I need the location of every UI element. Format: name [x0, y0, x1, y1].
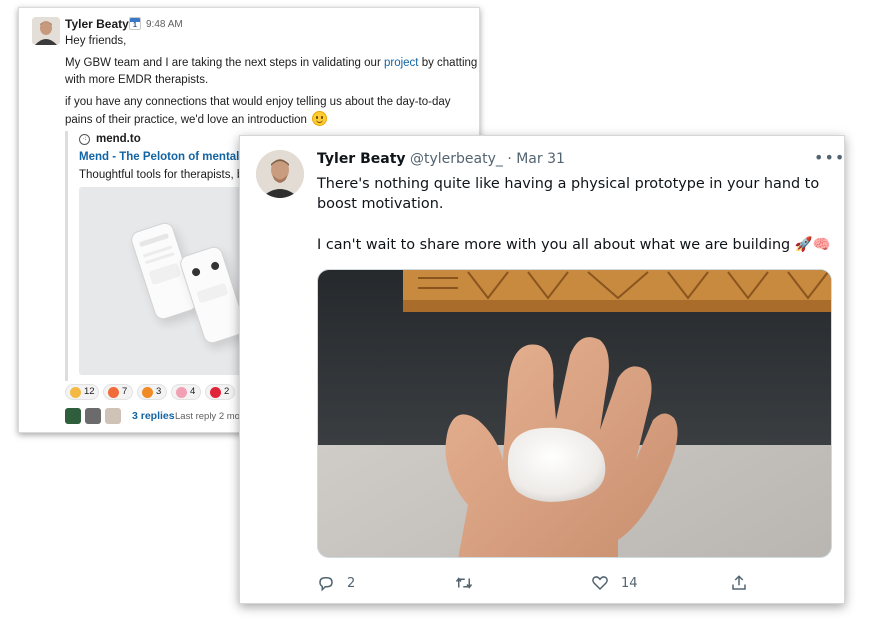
- like-button[interactable]: 14: [591, 572, 638, 594]
- retweet-icon: [455, 577, 473, 589]
- timestamp[interactable]: 9:48 AM: [146, 19, 183, 30]
- avatar[interactable]: [256, 150, 304, 198]
- share-button[interactable]: [730, 572, 748, 594]
- avatar: [85, 408, 101, 424]
- avatar[interactable]: [32, 17, 60, 45]
- preview-title-link[interactable]: Mend - The Peloton of mental he: [79, 151, 256, 163]
- boom-emoji-icon: [108, 387, 119, 398]
- tweet-card: Tyler Beaty @tylerbeaty_ · Mar 31 ••• Th…: [239, 135, 845, 604]
- retweet-button[interactable]: [454, 572, 486, 594]
- reply-button[interactable]: 2: [317, 572, 355, 594]
- preview-site-name: mend.to: [96, 133, 141, 145]
- project-link[interactable]: project: [384, 57, 419, 69]
- avatar: [105, 408, 121, 424]
- tweet-text-line-1: There's nothing quite like having a phys…: [317, 176, 820, 212]
- site-favicon-icon: ⁖: [79, 134, 90, 145]
- calendar-status-icon[interactable]: 1: [129, 17, 141, 30]
- heart-icon: [592, 576, 608, 591]
- reaction-fire[interactable]: 3: [137, 384, 167, 400]
- message-paragraph-2: if you have any connections that would e…: [65, 96, 451, 126]
- reaction-clap[interactable]: 12: [65, 384, 99, 400]
- more-options-icon[interactable]: •••: [814, 148, 845, 167]
- message-paragraph-1: My GBW team and I are taking the next st…: [65, 57, 478, 86]
- tweet-actions: 2 14: [317, 572, 832, 594]
- tweet-date[interactable]: · Mar 31: [507, 151, 565, 167]
- author-name[interactable]: Tyler Beaty: [65, 17, 129, 31]
- reaction-boom[interactable]: 7: [103, 384, 133, 400]
- fire-emoji-icon: [142, 387, 153, 398]
- hand-holding-prototype-photo: [318, 270, 831, 557]
- heart-emoji-icon: [210, 387, 221, 398]
- share-icon: [732, 575, 746, 590]
- reply-icon: [319, 577, 333, 592]
- avatar: [65, 408, 81, 424]
- rocket-brain-emoji-icon: 🚀🧠: [794, 237, 831, 253]
- replies-count-link[interactable]: 3 replies: [132, 410, 175, 422]
- tweet-text-line-2: I can't wait to share more with you all …: [317, 237, 831, 253]
- author-handle[interactable]: @tylerbeaty_: [410, 151, 503, 167]
- brain-emoji-icon: [176, 387, 187, 398]
- reaction-brain[interactable]: 4: [171, 384, 201, 400]
- reaction-heart[interactable]: 2: [205, 384, 235, 400]
- tweet-header: Tyler Beaty @tylerbeaty_ · Mar 31: [317, 151, 565, 167]
- preview-description: Thoughtful tools for therapists, b: [79, 169, 244, 181]
- author-name[interactable]: Tyler Beaty: [317, 151, 406, 167]
- last-reply-time: Last reply 2 mo: [175, 411, 240, 422]
- smile-emoji-icon: [312, 111, 328, 126]
- clap-emoji-icon: [70, 387, 81, 398]
- message-greeting: Hey friends,: [65, 35, 127, 47]
- tweet-photo[interactable]: [317, 269, 832, 558]
